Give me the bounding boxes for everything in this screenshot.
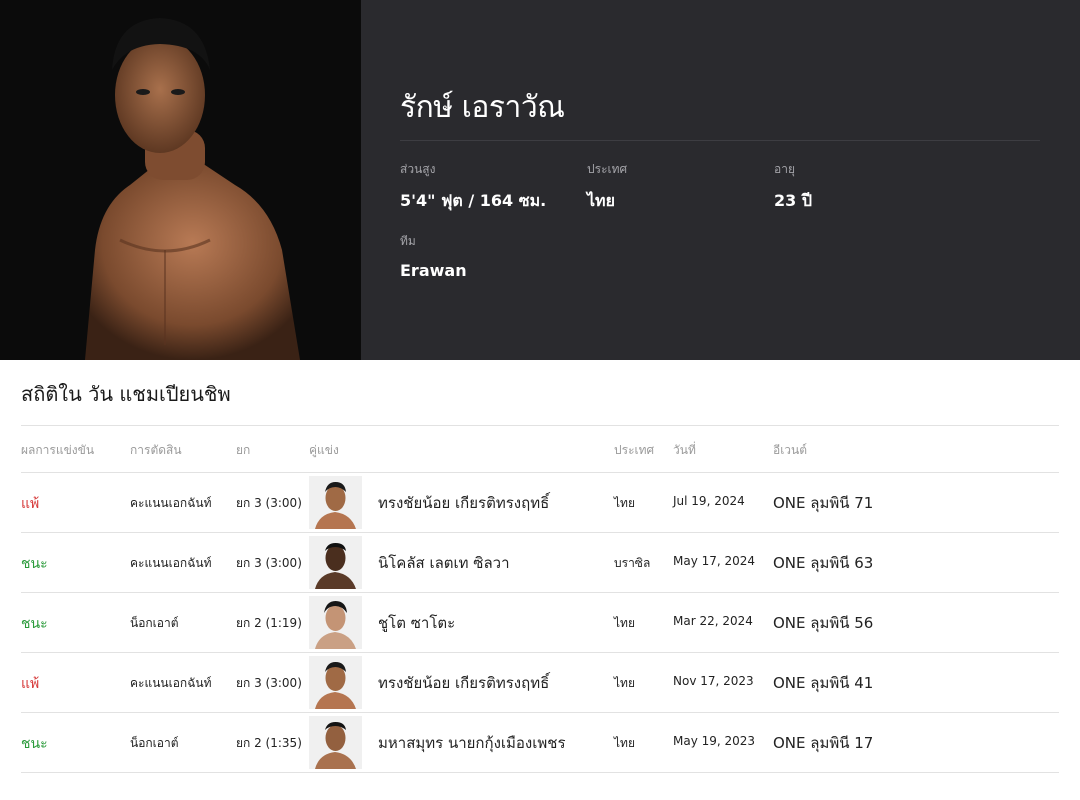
opponent-name[interactable]: นิโคลัส เลตเท ซิลวา <box>378 551 510 575</box>
header-round: ยก <box>236 443 251 457</box>
opponent-avatar[interactable] <box>309 596 362 649</box>
stat-height-label: ส่วนสูง <box>400 162 436 176</box>
header-opponent: คู่แข่ง <box>309 443 339 457</box>
event-link[interactable]: ONE ลุมพินี 17 <box>773 731 873 755</box>
fighter-photo <box>0 0 361 360</box>
opponent-avatar[interactable] <box>309 656 362 709</box>
fighter-profile: รักษ์ เอราวัณ ส่วนสูง 5'4" ฟุต / 164 ซม.… <box>361 0 1080 360</box>
table-row[interactable]: แพ้ คะแนนเอกฉันท์ ยก 3 (3:00) ทรงชัยน้อย… <box>21 473 1059 533</box>
round-label: ยก 3 (3:00) <box>236 676 302 690</box>
opponent-name[interactable]: ทรงชัยน้อย เกียรติทรงฤทธิ์ <box>378 671 549 695</box>
country-label: บราซิล <box>614 556 651 570</box>
records-title: สถิติใน วัน แชมเปียนชิพ <box>21 382 231 406</box>
round-label: ยก 2 (1:35) <box>236 736 302 750</box>
stat-height: ส่วนสูง 5'4" ฟุต / 164 ซม. <box>400 160 546 214</box>
stat-country-label: ประเทศ <box>587 162 628 176</box>
date-label: Jul 19, 2024 <box>673 494 745 508</box>
header-date: วันที่ <box>673 443 696 457</box>
result-label: ชนะ <box>21 736 48 752</box>
date-label: May 19, 2023 <box>673 734 756 748</box>
result-label: ชนะ <box>21 616 48 632</box>
method-label: คะแนนเอกฉันท์ <box>130 496 212 510</box>
result-label: แพ้ <box>21 676 40 692</box>
date-label: Mar 22, 2024 <box>673 614 753 628</box>
table-row[interactable]: ชนะ น็อกเอาต์ ยก 2 (1:35) มหาสมุทร นายกก… <box>21 713 1059 773</box>
method-label: น็อกเอาต์ <box>130 736 179 750</box>
stat-country: ประเทศ ไทย <box>587 160 627 214</box>
stat-age: อายุ 23 ปี <box>774 160 812 214</box>
method-label: คะแนนเอกฉันท์ <box>130 676 212 690</box>
opponent-avatar[interactable] <box>309 536 362 589</box>
divider <box>400 140 1040 141</box>
country-label: ไทย <box>614 676 635 690</box>
round-label: ยก 3 (3:00) <box>236 556 302 570</box>
date-label: Nov 17, 2023 <box>673 674 754 688</box>
header-country: ประเทศ <box>614 443 655 457</box>
event-link[interactable]: ONE ลุมพินี 56 <box>773 611 873 635</box>
fighter-name: รักษ์ เอราวัณ <box>400 90 565 125</box>
table-row[interactable]: ชนะ คะแนนเอกฉันท์ ยก 3 (3:00) นิโคลัส เล… <box>21 533 1059 593</box>
stat-age-value: 23 ปี <box>774 191 812 210</box>
opponent-avatar[interactable] <box>309 476 362 529</box>
stat-team-label: ทีม <box>400 234 416 248</box>
fighter-hero: รักษ์ เอราวัณ ส่วนสูง 5'4" ฟุต / 164 ซม.… <box>0 0 1080 360</box>
round-label: ยก 2 (1:19) <box>236 616 302 630</box>
table-row[interactable]: ชนะ น็อกเอาต์ ยก 2 (1:19) ชูโต ซาโตะ ไทย… <box>21 593 1059 653</box>
records-table: ผลการแข่งขัน การตัดสิน ยก คู่แข่ง ประเทศ… <box>21 425 1059 773</box>
stat-team: ทีม Erawan <box>400 232 467 280</box>
country-label: ไทย <box>614 616 635 630</box>
opponent-avatar[interactable] <box>309 716 362 769</box>
header-event: อีเวนต์ <box>773 443 808 457</box>
header-result: ผลการแข่งขัน <box>21 443 95 457</box>
country-label: ไทย <box>614 736 635 750</box>
opponent-name[interactable]: มหาสมุทร นายกกุ้งเมืองเพชร <box>378 731 566 755</box>
stat-height-value: 5'4" ฟุต / 164 ซม. <box>400 191 547 210</box>
round-label: ยก 3 (3:00) <box>236 496 302 510</box>
event-link[interactable]: ONE ลุมพินี 71 <box>773 491 873 515</box>
event-link[interactable]: ONE ลุมพินี 63 <box>773 551 873 575</box>
event-link[interactable]: ONE ลุมพินี 41 <box>773 671 873 695</box>
country-label: ไทย <box>614 496 635 510</box>
header-method: การตัดสิน <box>130 443 182 457</box>
result-label: แพ้ <box>21 496 40 512</box>
method-label: คะแนนเอกฉันท์ <box>130 556 212 570</box>
opponent-name[interactable]: ทรงชัยน้อย เกียรติทรงฤทธิ์ <box>378 491 549 515</box>
opponent-name[interactable]: ชูโต ซาโตะ <box>378 611 455 635</box>
stat-team-value: Erawan <box>400 261 467 280</box>
table-row[interactable]: แพ้ คะแนนเอกฉันท์ ยก 3 (3:00) ทรงชัยน้อย… <box>21 653 1059 713</box>
stat-age-label: อายุ <box>774 162 795 176</box>
table-header: ผลการแข่งขัน การตัดสิน ยก คู่แข่ง ประเทศ… <box>21 425 1059 473</box>
date-label: May 17, 2024 <box>673 554 756 568</box>
records-section: สถิติใน วัน แชมเปียนชิพ ผลการแข่งขัน การ… <box>0 360 1080 800</box>
method-label: น็อกเอาต์ <box>130 616 179 630</box>
stat-country-value: ไทย <box>587 191 615 210</box>
result-label: ชนะ <box>21 556 48 572</box>
